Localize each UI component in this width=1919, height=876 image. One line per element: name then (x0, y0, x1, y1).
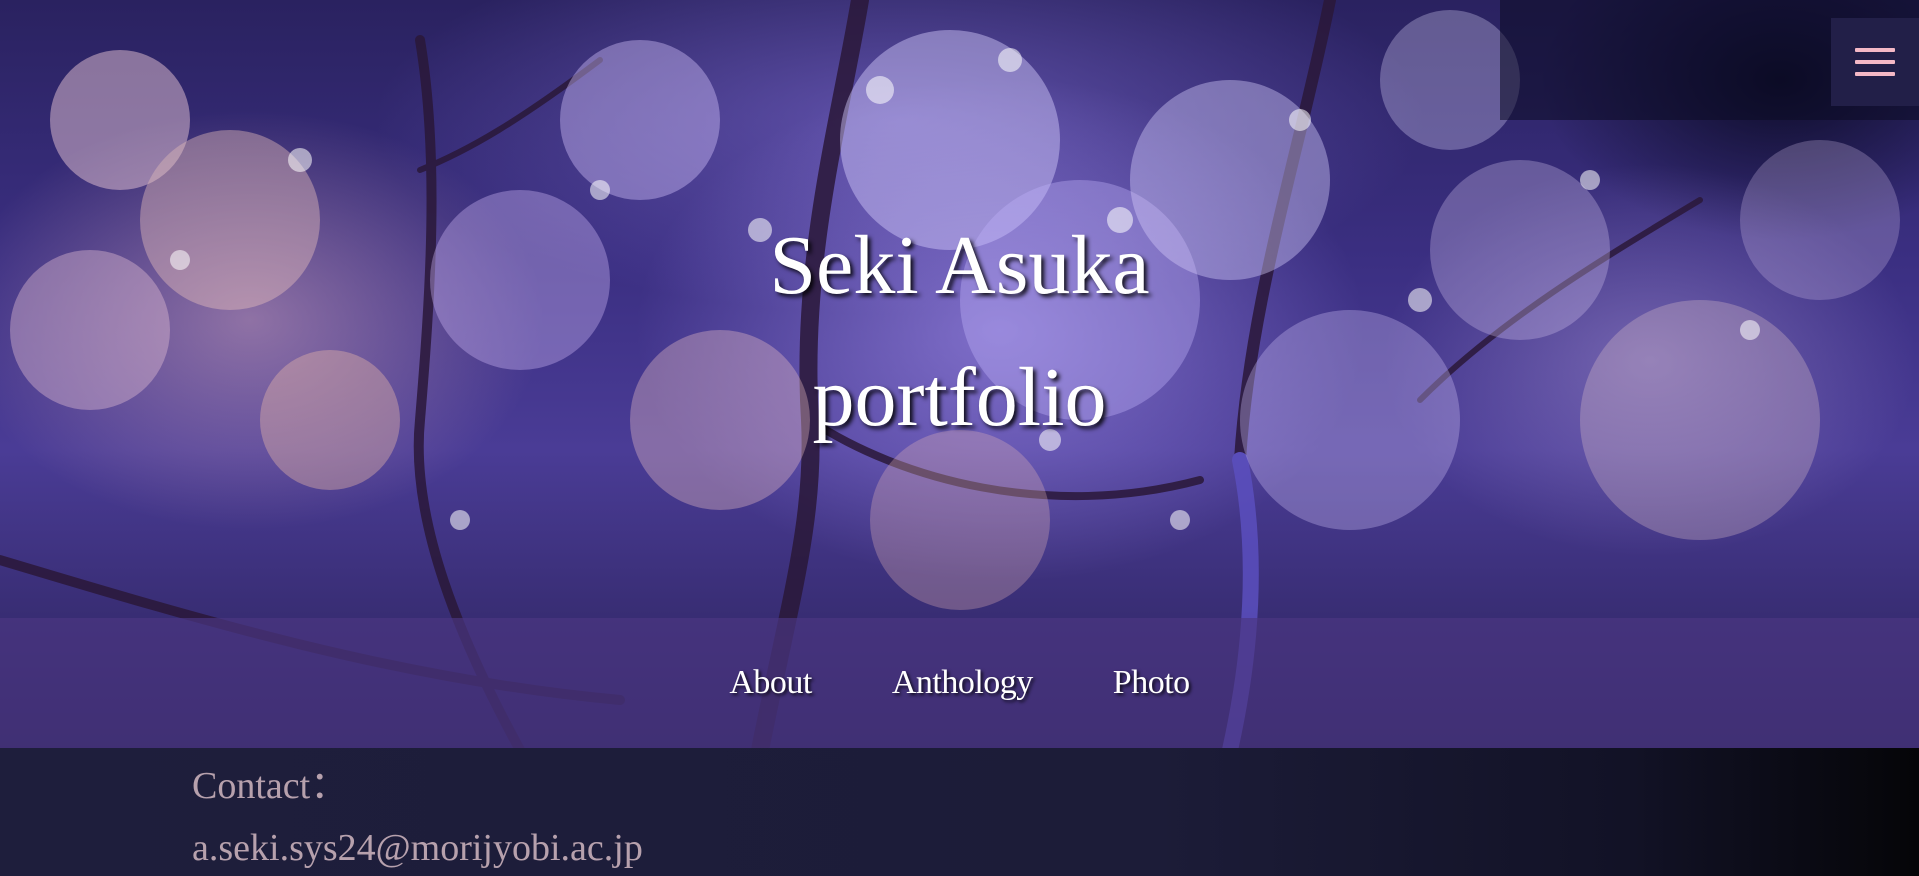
main-navigation: About Anthology Photo (0, 618, 1919, 748)
site-title-name: Seki Asuka (769, 219, 1150, 312)
site-title-subtitle: portfolio (812, 351, 1107, 444)
nav-link-photo[interactable]: Photo (1113, 664, 1190, 702)
contact-heading: Contact： (192, 765, 349, 807)
portfolio-page: Seki Asuka portfolio About Anthology Pho… (0, 0, 1919, 876)
nav-link-about[interactable]: About (729, 664, 812, 702)
contact-email[interactable]: a.seki.sys24@morijyobi.ac.jp (192, 826, 643, 870)
site-title: Seki Asuka portfolio (0, 200, 1919, 464)
nav-link-anthology[interactable]: Anthology (892, 664, 1033, 702)
hamburger-menu-button[interactable] (1831, 18, 1919, 106)
